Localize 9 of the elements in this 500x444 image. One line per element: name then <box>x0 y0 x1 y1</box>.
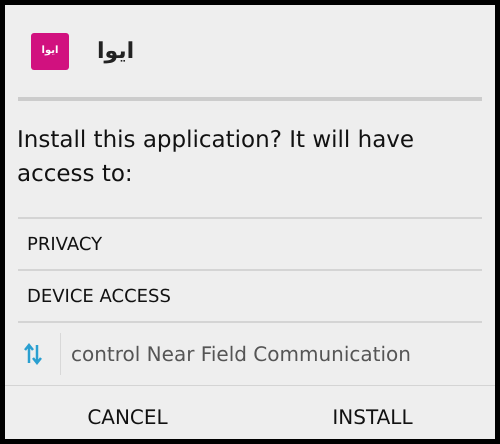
install-message: Install this application? It will have access to: <box>16 126 416 189</box>
section-heading: DEVICE ACCESS <box>26 284 172 308</box>
app-name: ایوا <box>97 38 134 64</box>
transfer-arrows-icon <box>24 343 42 365</box>
install-button[interactable]: INSTALL <box>250 386 495 439</box>
section-heading: PRIVACY <box>26 232 104 256</box>
permission-label: control Near Field Communication <box>70 342 411 366</box>
logo-text: ایوا <box>42 46 58 56</box>
cancel-button[interactable]: CANCEL <box>5 386 250 439</box>
